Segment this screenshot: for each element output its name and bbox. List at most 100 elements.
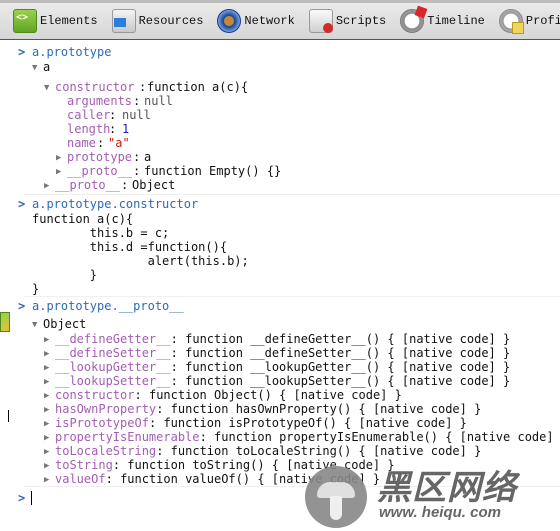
tab-label: Profiles xyxy=(525,14,560,28)
tab-network[interactable]: Network xyxy=(217,7,295,35)
property-key[interactable]: __proto__ xyxy=(55,178,120,192)
property-key[interactable]: toString xyxy=(55,458,113,472)
property-value: function toString() { [native code] } xyxy=(127,458,395,472)
expand-closed-icon[interactable]: ▶ xyxy=(44,333,49,347)
timeline-icon xyxy=(400,9,425,33)
expand-closed-icon[interactable]: ▶ xyxy=(44,431,49,445)
colon: : xyxy=(134,388,149,402)
output-line: function a(c){ xyxy=(32,212,134,226)
resources-icon xyxy=(111,9,136,33)
output-line: this.b = c; xyxy=(32,226,170,240)
expand-closed-icon[interactable]: ▶ xyxy=(44,417,49,431)
property-key[interactable]: __proto__ xyxy=(67,164,132,178)
property-value: function hasOwnProperty() { [native code… xyxy=(170,402,482,416)
text-cursor xyxy=(8,410,9,422)
property-key: name xyxy=(67,136,96,150)
entry-separator xyxy=(24,486,560,487)
expand-closed-icon[interactable]: ▶ xyxy=(44,347,49,361)
property-value: function toLocaleString() { [native code… xyxy=(170,444,482,458)
tab-label: Scripts xyxy=(335,14,387,28)
colon: : xyxy=(170,374,186,388)
tab-label: Timeline xyxy=(427,14,485,28)
tab-timeline[interactable]: Timeline xyxy=(400,7,485,35)
property-key: caller xyxy=(67,108,111,122)
console-input-caret[interactable] xyxy=(31,491,32,505)
output-line: } xyxy=(32,268,98,282)
entry-separator xyxy=(24,296,560,297)
colon: : xyxy=(170,360,186,374)
property-value: function a(c){ xyxy=(147,80,249,94)
property-key[interactable]: propertyIsEnumerable xyxy=(55,430,200,444)
property-key[interactable]: isPrototypeOf xyxy=(55,416,149,430)
property-key[interactable]: constructor xyxy=(55,80,134,94)
property-value: function __lookupSetter__() { [native co… xyxy=(185,374,511,388)
object-root[interactable]: a xyxy=(43,60,50,74)
tab-label: Network xyxy=(244,14,295,28)
expand-open-icon[interactable]: ▼ xyxy=(44,81,49,95)
expand-closed-icon[interactable]: ▶ xyxy=(44,459,49,473)
expand-closed-icon[interactable]: ▶ xyxy=(44,179,49,193)
property-value: a xyxy=(144,150,152,164)
property-key[interactable]: prototype xyxy=(67,150,132,164)
console-input-echo: a.prototype.__proto__ xyxy=(32,299,184,313)
property-value: function isPrototypeOf() { [native code]… xyxy=(163,416,467,430)
expand-closed-icon[interactable]: ▶ xyxy=(44,389,49,403)
expand-closed-icon[interactable]: ▶ xyxy=(44,361,49,375)
tab-profiles[interactable]: Profiles xyxy=(498,7,560,35)
prompt-icon: > xyxy=(18,197,26,211)
property-key[interactable]: valueOf xyxy=(55,472,106,486)
property-value: "a" xyxy=(108,136,130,150)
console-input-echo: a.prototype xyxy=(32,45,112,59)
property-value: function valueOf() { [native code] } xyxy=(120,472,381,486)
property-key: length xyxy=(67,122,111,136)
tab-scripts[interactable]: Scripts xyxy=(308,7,387,35)
colon: : xyxy=(156,402,171,416)
devtools-toolbar: Elements Resources Network Scripts Timel… xyxy=(0,0,560,40)
property-key: arguments xyxy=(67,94,133,108)
colon: : xyxy=(148,416,164,430)
network-icon xyxy=(217,9,242,33)
expand-closed-icon[interactable]: ▶ xyxy=(56,151,61,165)
property-key[interactable]: toLocaleString xyxy=(55,444,156,458)
tab-elements[interactable]: Elements xyxy=(13,7,98,35)
expand-closed-icon[interactable]: ▶ xyxy=(44,375,49,389)
property-value: function Empty() {} xyxy=(144,164,282,178)
property-key[interactable]: constructor xyxy=(55,388,134,402)
property-value: function propertyIsEnumerable() { [nativ… xyxy=(214,430,560,444)
scripts-icon xyxy=(308,9,333,33)
expand-closed-icon[interactable]: ▶ xyxy=(44,445,49,459)
colon: : xyxy=(199,430,215,444)
property-key[interactable]: __defineSetter__ xyxy=(55,346,171,360)
entry-separator xyxy=(24,194,560,195)
prompt-icon: > xyxy=(18,299,26,313)
property-key[interactable]: __lookupSetter__ xyxy=(55,374,171,388)
colon: : xyxy=(170,346,186,360)
colon: : xyxy=(105,472,121,486)
colon: : xyxy=(156,444,171,458)
property-value: function __defineGetter__() { [native co… xyxy=(185,332,511,346)
output-line: } xyxy=(32,282,40,296)
expand-closed-icon[interactable]: ▶ xyxy=(56,165,61,179)
elements-icon xyxy=(13,9,37,33)
property-key[interactable]: __lookupGetter__ xyxy=(55,360,171,374)
property-value: null xyxy=(122,108,151,122)
expand-closed-icon[interactable]: ▶ xyxy=(44,473,49,487)
object-root[interactable]: Object xyxy=(43,317,86,331)
property-value: null xyxy=(144,94,173,108)
property-value: function Object() { [native code] } xyxy=(148,388,402,402)
prompt-icon: > xyxy=(18,45,26,59)
property-value: function __lookupGetter__() { [native co… xyxy=(185,360,511,374)
property-value: function __defineSetter__() { [native co… xyxy=(185,346,511,360)
output-line: alert(this.b); xyxy=(32,254,249,268)
expand-closed-icon[interactable]: ▶ xyxy=(44,403,49,417)
tab-resources[interactable]: Resources xyxy=(111,7,203,35)
property-value: 1 xyxy=(122,122,130,136)
console-input-echo: a.prototype.constructor xyxy=(32,197,199,211)
property-key[interactable]: __defineGetter__ xyxy=(55,332,171,346)
expand-open-icon[interactable]: ▼ xyxy=(32,61,37,75)
property-key[interactable]: hasOwnProperty xyxy=(55,402,156,416)
console-panel: > a.prototype ▼ a ▼ constructor : functi… xyxy=(0,40,560,531)
colon: : xyxy=(170,332,186,346)
tab-label: Elements xyxy=(40,14,98,28)
expand-open-icon[interactable]: ▼ xyxy=(32,318,37,332)
